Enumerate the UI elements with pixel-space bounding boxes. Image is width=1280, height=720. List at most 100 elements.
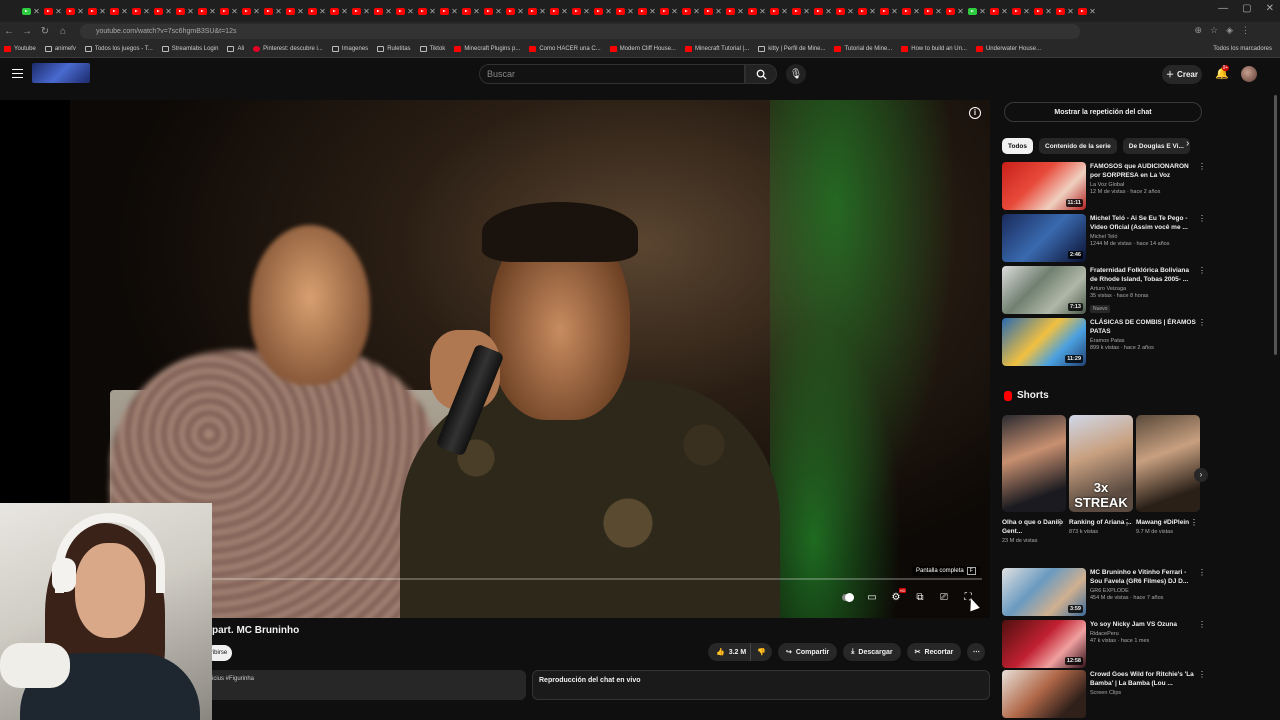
video-thumbnail[interactable]: 2:46 bbox=[1002, 214, 1086, 262]
share-button[interactable]: ↪ Compartir bbox=[777, 643, 838, 661]
browser-tab[interactable]: ✕ bbox=[152, 0, 174, 22]
reload-icon[interactable]: ↻ bbox=[36, 26, 54, 37]
tab-close-icon[interactable]: ✕ bbox=[363, 7, 370, 16]
tab-close-icon[interactable]: ✕ bbox=[187, 7, 194, 16]
tab-close-icon[interactable]: ✕ bbox=[693, 7, 700, 16]
bookmark-item[interactable]: Streamlabs Login bbox=[161, 46, 218, 52]
video-title[interactable]: Crowd Goes Wild for Ritchie's 'La Bamba'… bbox=[1090, 670, 1196, 688]
tab-close-icon[interactable]: ✕ bbox=[231, 7, 238, 16]
subtitles-icon[interactable]: ▭ bbox=[866, 592, 878, 603]
browser-tab[interactable]: ✕ bbox=[724, 0, 746, 22]
settings-gear-icon[interactable]: ⚙ HD bbox=[890, 588, 906, 603]
chat-replay-panel[interactable]: Reproducción del chat en vivo bbox=[532, 670, 990, 700]
cast-icon[interactable]: ⎚ bbox=[938, 592, 950, 603]
tab-close-icon[interactable]: ✕ bbox=[253, 7, 260, 16]
browser-tab[interactable]: ✕ bbox=[614, 0, 636, 22]
video-thumbnail[interactable]: 3:59 bbox=[1002, 568, 1086, 616]
tab-close-icon[interactable]: ✕ bbox=[341, 7, 348, 16]
video-title[interactable]: MC Bruninho e Vitinho Ferrari - Sou Fave… bbox=[1090, 568, 1196, 586]
browser-tab[interactable]: ✕ bbox=[394, 0, 416, 22]
like-button[interactable]: 👍 3.2 M bbox=[708, 643, 751, 661]
channel-logo[interactable] bbox=[32, 63, 90, 83]
browser-tab[interactable]: ✕ bbox=[438, 0, 460, 22]
more-options-icon[interactable]: ⋮ bbox=[1056, 518, 1064, 527]
browser-tab[interactable]: ✕ bbox=[284, 0, 306, 22]
tab-close-icon[interactable]: ✕ bbox=[737, 7, 744, 16]
browser-tab[interactable]: ✕ bbox=[416, 0, 438, 22]
browser-tab[interactable]: ✕ bbox=[460, 0, 482, 22]
tab-close-icon[interactable]: ✕ bbox=[275, 7, 282, 16]
tab-close-icon[interactable]: ✕ bbox=[891, 7, 898, 16]
bookmark-item[interactable]: Ruletitas bbox=[377, 46, 411, 52]
tab-close-icon[interactable]: ✕ bbox=[385, 7, 392, 16]
channel-name[interactable]: Arturo Veizaga bbox=[1090, 286, 1196, 292]
page-scrollbar[interactable] bbox=[1273, 92, 1278, 720]
bookmark-item[interactable]: Pinterest: descubre i... bbox=[253, 46, 323, 52]
filter-chip[interactable]: De Douglas E Vi... bbox=[1122, 138, 1190, 154]
more-options-icon[interactable]: ⋮ bbox=[1123, 518, 1131, 527]
browser-tab[interactable]: ✕ bbox=[174, 0, 196, 22]
browser-tab[interactable]: ✕ bbox=[834, 0, 856, 22]
tab-close-icon[interactable]: ✕ bbox=[847, 7, 854, 16]
tab-close-icon[interactable]: ✕ bbox=[1023, 7, 1030, 16]
browser-tab[interactable]: ✕ bbox=[504, 0, 526, 22]
tab-close-icon[interactable]: ✕ bbox=[121, 7, 128, 16]
extension-icon[interactable]: ◈ bbox=[1226, 25, 1233, 36]
tab-close-icon[interactable]: ✕ bbox=[1089, 7, 1096, 16]
recommended-video[interactable]: 11:29 CLÁSICAS DE COMBIS | ÉRAMOS PATAS Ér… bbox=[1002, 318, 1206, 366]
tab-close-icon[interactable]: ✕ bbox=[759, 7, 766, 16]
bookmark-item[interactable]: Tiktok bbox=[419, 46, 445, 52]
browser-tab[interactable]: ✕ bbox=[944, 0, 966, 22]
tab-close-icon[interactable]: ✕ bbox=[825, 7, 832, 16]
bookmark-item[interactable]: Underwater House... bbox=[975, 46, 1041, 52]
browser-tab[interactable]: ✕ bbox=[658, 0, 680, 22]
more-options-icon[interactable]: ⋮ bbox=[1198, 266, 1206, 275]
minimize-icon[interactable]: — bbox=[1218, 3, 1228, 14]
tab-close-icon[interactable]: ✕ bbox=[429, 7, 436, 16]
more-options-icon[interactable]: ⋮ bbox=[1198, 568, 1206, 577]
browser-tab[interactable]: ✕ bbox=[1076, 0, 1098, 22]
browser-tab[interactable]: ✕ bbox=[42, 0, 64, 22]
bookmark-item[interactable]: Minecraft Plugins p... bbox=[454, 46, 520, 52]
tab-close-icon[interactable]: ✕ bbox=[561, 7, 568, 16]
avatar[interactable] bbox=[1241, 66, 1257, 82]
back-icon[interactable]: ← bbox=[0, 26, 18, 37]
search-input[interactable]: Buscar bbox=[479, 64, 745, 84]
recommended-video[interactable]: 2:46 Michel Teló - Ai Se Eu Te Pego - Vid… bbox=[1002, 214, 1206, 262]
video-title[interactable]: Michel Teló - Ai Se Eu Te Pego - Video O… bbox=[1090, 214, 1196, 232]
recommended-video[interactable]: 11:11 FAMOSOS que AUDICIONARON por SORPRE… bbox=[1002, 162, 1206, 210]
video-title[interactable]: FAMOSOS que AUDICIONARON por SORPRESA en… bbox=[1090, 162, 1196, 180]
window-controls[interactable]: — ▢ ✕ bbox=[1218, 3, 1274, 14]
browser-tab[interactable]: ✕ bbox=[240, 0, 262, 22]
dislike-button[interactable]: 👎 bbox=[750, 643, 772, 661]
tab-close-icon[interactable]: ✕ bbox=[627, 7, 634, 16]
browser-tab[interactable]: ✕ bbox=[1032, 0, 1054, 22]
tab-close-icon[interactable]: ✕ bbox=[473, 7, 480, 16]
browser-tab[interactable]: ✕ bbox=[130, 0, 152, 22]
recommended-video[interactable]: 3:59 MC Bruninho e Vitinho Ferrari - Sou … bbox=[1002, 568, 1206, 616]
tab-close-icon[interactable]: ✕ bbox=[209, 7, 216, 16]
tab-close-icon[interactable]: ✕ bbox=[1045, 7, 1052, 16]
tab-close-icon[interactable]: ✕ bbox=[605, 7, 612, 16]
description-box[interactable]: icius #Figurinha bbox=[206, 670, 526, 700]
tab-close-icon[interactable]: ✕ bbox=[979, 7, 986, 16]
more-options-icon[interactable]: ⋮ bbox=[1198, 214, 1206, 223]
tab-close-icon[interactable]: ✕ bbox=[583, 7, 590, 16]
browser-tab[interactable]: ✕ bbox=[680, 0, 702, 22]
browser-tab[interactable]: ✕ bbox=[966, 0, 988, 22]
recommended-video[interactable]: 7:13 Fraternidad Folklórica Boliviana de … bbox=[1002, 266, 1206, 314]
browser-tab[interactable]: ✕ bbox=[526, 0, 548, 22]
browser-tab[interactable]: ✕ bbox=[790, 0, 812, 22]
more-options-icon[interactable]: ⋮ bbox=[1198, 162, 1206, 171]
tab-close-icon[interactable]: ✕ bbox=[935, 7, 942, 16]
tab-close-icon[interactable]: ✕ bbox=[319, 7, 326, 16]
tab-close-icon[interactable]: ✕ bbox=[495, 7, 502, 16]
zoom-icon[interactable]: ⊕ bbox=[1194, 25, 1202, 36]
browser-tab[interactable]: ✕ bbox=[86, 0, 108, 22]
filter-chip[interactable]: Todos bbox=[1002, 138, 1034, 154]
menu-icon[interactable] bbox=[12, 69, 23, 78]
bookmark-item[interactable]: Minecraft Tutorial |... bbox=[684, 46, 749, 52]
channel-name[interactable]: GR6 EXPLODE bbox=[1090, 588, 1196, 594]
tab-close-icon[interactable]: ✕ bbox=[715, 7, 722, 16]
browser-tab[interactable]: ✕ bbox=[768, 0, 790, 22]
